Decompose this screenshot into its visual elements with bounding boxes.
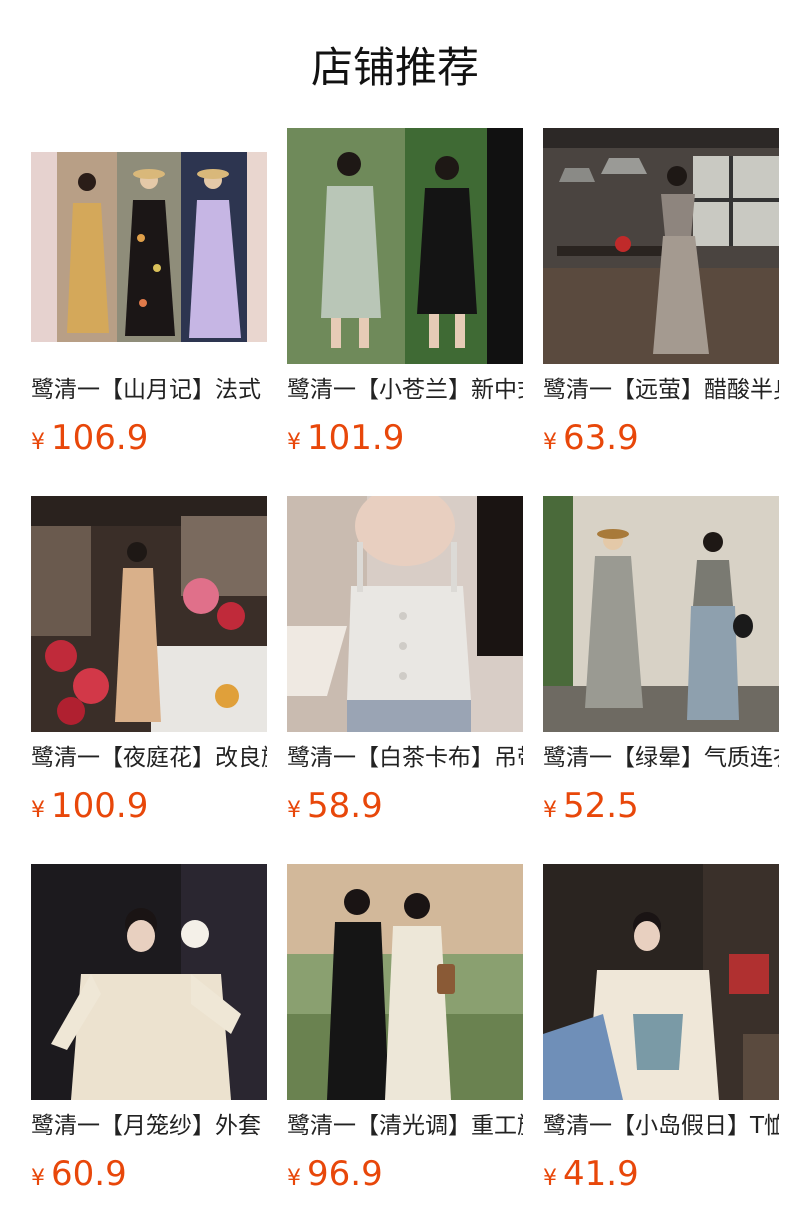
price-value: 101.9 bbox=[307, 418, 405, 458]
product-name[interactable]: 鹭清一【小苍兰】新中式 bbox=[287, 374, 523, 406]
product-price: ¥58.9 bbox=[287, 784, 383, 828]
product-price: ¥106.9 bbox=[31, 416, 148, 460]
product-image[interactable] bbox=[287, 496, 523, 732]
product-price: ¥52.5 bbox=[543, 784, 639, 828]
product-image[interactable] bbox=[543, 864, 779, 1100]
product-image[interactable] bbox=[287, 864, 523, 1100]
product-name[interactable]: 鹭清一【月笼纱】外套 bbox=[31, 1110, 267, 1142]
currency-symbol: ¥ bbox=[31, 1166, 45, 1191]
product-price: ¥63.9 bbox=[543, 416, 639, 460]
product-name[interactable]: 鹭清一【清光调】重工旗袍 bbox=[287, 1110, 523, 1142]
product-price: ¥101.9 bbox=[287, 416, 404, 460]
product-price: ¥96.9 bbox=[287, 1152, 383, 1196]
price-value: 100.9 bbox=[51, 786, 149, 826]
product-image[interactable] bbox=[31, 128, 267, 364]
currency-symbol: ¥ bbox=[287, 798, 301, 823]
product-price: ¥60.9 bbox=[31, 1152, 127, 1196]
product-image[interactable] bbox=[543, 128, 779, 364]
currency-symbol: ¥ bbox=[543, 1166, 557, 1191]
product-price: ¥100.9 bbox=[31, 784, 148, 828]
currency-symbol: ¥ bbox=[543, 798, 557, 823]
product-name[interactable]: 鹭清一【白茶卡布】吊带 bbox=[287, 742, 523, 774]
product-name[interactable]: 鹭清一【小岛假日】T恤 bbox=[543, 1110, 779, 1142]
product-name[interactable]: 鹭清一【绿晕】气质连衣裙 bbox=[543, 742, 779, 774]
currency-symbol: ¥ bbox=[31, 430, 45, 455]
price-value: 63.9 bbox=[563, 418, 639, 458]
currency-symbol: ¥ bbox=[287, 430, 301, 455]
product-image[interactable] bbox=[31, 864, 267, 1100]
currency-symbol: ¥ bbox=[31, 798, 45, 823]
currency-symbol: ¥ bbox=[287, 1166, 301, 1191]
price-value: 41.9 bbox=[563, 1154, 639, 1194]
product-name[interactable]: 鹭清一【夜庭花】改良旗袍 bbox=[31, 742, 267, 774]
currency-symbol: ¥ bbox=[543, 430, 557, 455]
product-image[interactable] bbox=[543, 496, 779, 732]
product-image[interactable] bbox=[287, 128, 523, 364]
price-value: 106.9 bbox=[51, 418, 149, 458]
price-value: 58.9 bbox=[307, 786, 383, 826]
product-name[interactable]: 鹭清一【山月记】法式 bbox=[31, 374, 267, 406]
price-value: 96.9 bbox=[307, 1154, 383, 1194]
product-name[interactable]: 鹭清一【远萤】醋酸半身裙 bbox=[543, 374, 779, 406]
product-price: ¥41.9 bbox=[543, 1152, 639, 1196]
price-value: 52.5 bbox=[563, 786, 639, 826]
product-image[interactable] bbox=[31, 496, 267, 732]
price-value: 60.9 bbox=[51, 1154, 127, 1194]
page-title: 店铺推荐 bbox=[310, 43, 479, 92]
